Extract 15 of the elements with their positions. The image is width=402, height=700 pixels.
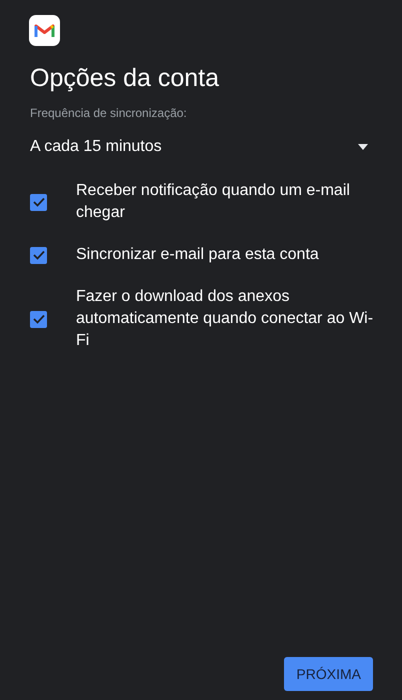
next-button[interactable]: PRÓXIMA	[284, 657, 373, 691]
option-label: Receber notificação quando um e-mail chegar	[76, 181, 351, 223]
sync-frequency-dropdown[interactable]: A cada 15 minutos	[30, 132, 372, 162]
page-title: Opções da conta	[29, 63, 220, 94]
dropdown-caret-icon	[358, 144, 368, 150]
option-label: Sincronizar e-mail para esta conta	[76, 245, 320, 265]
sync-frequency-label: Frequência de sincronização:	[29, 105, 188, 122]
check-icon	[32, 197, 44, 207]
check-icon	[32, 250, 44, 260]
check-icon	[32, 314, 44, 324]
checkbox[interactable]	[30, 310, 47, 328]
option-label: Fazer o download dos anexos automaticamente quando conectar ao Wi-Fi	[76, 287, 374, 351]
mail-logo-icon	[29, 15, 60, 46]
checkbox[interactable]	[30, 194, 47, 210]
checkbox[interactable]	[30, 246, 47, 264]
